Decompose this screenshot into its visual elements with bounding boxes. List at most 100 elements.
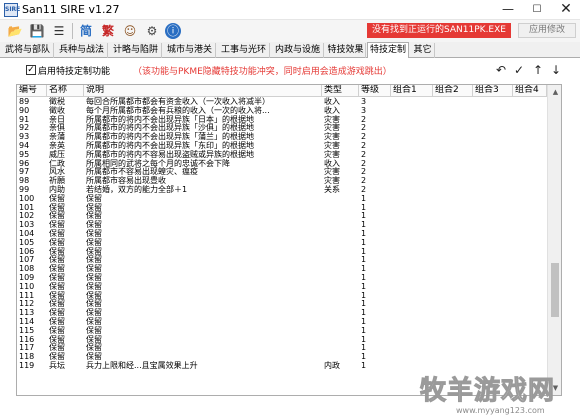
table-row[interactable]: 91 亲日 所属都市的将内不会出现异族「日本」的根据地 灾害 2 bbox=[17, 115, 547, 124]
table-cell: 亲蒲 bbox=[49, 132, 65, 142]
table-cell: 107 bbox=[19, 255, 35, 265]
col-header-combo1[interactable]: 组合1 bbox=[391, 85, 433, 97]
enable-checkbox[interactable]: ✓ bbox=[26, 65, 36, 75]
table-cell: 关系 bbox=[324, 185, 340, 194]
table-cell: 1 bbox=[361, 211, 367, 221]
table-row[interactable]: 116 保留 保留 1 bbox=[17, 335, 547, 344]
col-header-name[interactable]: 名称 bbox=[47, 85, 84, 97]
table-row[interactable]: 101 保留 保留 1 bbox=[17, 203, 547, 212]
table-row[interactable]: 92 亲俱 所属都市的将内不会出现异族「沙俱」的根据地 灾害 2 bbox=[17, 123, 547, 132]
table-row[interactable]: 108 保留 保留 1 bbox=[17, 264, 547, 273]
character-icon[interactable]: ☺ bbox=[121, 22, 139, 40]
close-button[interactable]: ✕ bbox=[551, 0, 580, 20]
table-cell: 1 bbox=[361, 255, 367, 265]
tab-works-aura[interactable]: 工事与光环 bbox=[218, 43, 270, 58]
table-cell: 保留 bbox=[86, 317, 102, 326]
table-row[interactable]: 95 威压 所属都市的将内不容易出现盗贼或异族的根据地 灾害 2 bbox=[17, 150, 547, 159]
col-header-type[interactable]: 类型 bbox=[322, 85, 359, 97]
skills-table[interactable]: 编号 名称 说明 类型 等级 组合1 组合2 组合3 组合4 89 徵税 每回合所属… bbox=[16, 84, 562, 396]
scroll-up-arrow[interactable]: ▲ bbox=[548, 85, 561, 99]
table-row[interactable]: 99 内助 若结婚，双方的能力全部＋1 关系 2 bbox=[17, 185, 547, 194]
table-row[interactable]: 105 保留 保留 1 bbox=[17, 238, 547, 247]
table-row[interactable]: 96 仁政 所属相同的武将之每个月的忠诚不会下降 收入 2 bbox=[17, 159, 547, 168]
table-row[interactable]: 98 祈願 所属都市容易出现豊收 灾害 2 bbox=[17, 176, 547, 185]
check-icon[interactable]: ✓ bbox=[512, 62, 526, 78]
tab-strategy-traps[interactable]: 计略与陷阱 bbox=[110, 43, 162, 58]
table-row[interactable]: 104 保留 保留 1 bbox=[17, 229, 547, 238]
table-row[interactable]: 118 保留 保留 1 bbox=[17, 352, 547, 361]
tab-other[interactable]: 其它 bbox=[411, 43, 435, 58]
undo-icon[interactable]: ↶ bbox=[494, 62, 508, 78]
table-row[interactable]: 110 保留 保留 1 bbox=[17, 282, 547, 291]
table-row[interactable]: 106 保留 保留 1 bbox=[17, 247, 547, 256]
tab-skill-custom[interactable]: 特技定制 bbox=[367, 42, 409, 59]
open-folder-icon[interactable]: 📂 bbox=[6, 22, 24, 40]
simplified-button[interactable]: 简 bbox=[77, 22, 95, 40]
table-row[interactable]: 103 保留 保留 1 bbox=[17, 220, 547, 229]
table-cell: 保留 bbox=[49, 334, 65, 344]
enable-label: 启用特技定制功能 bbox=[38, 67, 111, 77]
table-row[interactable]: 97 风水 所属都市不容易出现蝗灾、瘟疫 灾害 2 bbox=[17, 167, 547, 176]
col-header-id[interactable]: 编号 bbox=[17, 85, 47, 97]
save-icon[interactable]: 💾 bbox=[28, 22, 46, 40]
table-row[interactable]: 107 保留 保留 1 bbox=[17, 255, 547, 264]
table-row[interactable]: 89 徵税 每回合所属都市都会有资金收入（一次收入将减半） 收入 3 bbox=[17, 97, 547, 106]
table-row[interactable]: 115 保留 保留 1 bbox=[17, 326, 547, 335]
settings-icon[interactable]: ⚙ bbox=[143, 22, 161, 40]
table-row[interactable]: 112 保留 保留 1 bbox=[17, 299, 547, 308]
down-arrow-icon[interactable]: ↓ bbox=[549, 62, 563, 78]
table-row[interactable]: 102 保留 保留 1 bbox=[17, 211, 547, 220]
list-icon[interactable]: ☰ bbox=[50, 22, 68, 40]
conflict-warning: （该功能与PKME隐藏特技功能冲突，同时启用会造成游戏跳出） bbox=[133, 67, 392, 77]
watermark: 牧羊游戏网 www.myyang123.com bbox=[419, 370, 580, 420]
table-row[interactable]: 100 保留 保留 1 bbox=[17, 194, 547, 203]
tab-troops-tactics[interactable]: 兵种与战法 bbox=[56, 43, 108, 58]
tab-generals-units[interactable]: 武将与部队 bbox=[2, 43, 54, 58]
table-cell: 保留 bbox=[86, 202, 102, 212]
col-header-combo3[interactable]: 组合3 bbox=[473, 85, 513, 97]
table-row[interactable]: 113 保留 保留 1 bbox=[17, 308, 547, 317]
table-row[interactable]: 111 保留 保留 1 bbox=[17, 291, 547, 300]
table-row[interactable]: 109 保留 保留 1 bbox=[17, 273, 547, 282]
table-cell: 2 bbox=[361, 141, 367, 150]
table-row[interactable]: 93 亲蒲 所属都市的将内不会出现异族「蒲兰」的根据地 灾害 2 bbox=[17, 132, 547, 141]
table-row[interactable]: 94 亲英 所属都市的将内不会出现异族「东印」的根据地 灾害 2 bbox=[17, 141, 547, 150]
table-cell: 徵收 bbox=[49, 105, 65, 115]
tab-cities-ports[interactable]: 城市与港关 bbox=[164, 43, 216, 58]
tab-domestic-facilities[interactable]: 内政与设施 bbox=[272, 43, 324, 58]
table-cell: 保留 bbox=[86, 229, 102, 238]
table-row[interactable]: 119 兵坛 兵力上限和经...且宝属效果上升 内政 1 bbox=[17, 361, 547, 370]
maximize-button[interactable]: ☐ bbox=[522, 0, 552, 20]
table-cell: 保留 bbox=[86, 308, 102, 318]
table-cell: 103 bbox=[19, 220, 35, 230]
table-cell: 1 bbox=[361, 220, 367, 230]
table-cell: 1 bbox=[361, 273, 367, 282]
scroll-thumb[interactable] bbox=[551, 263, 559, 317]
apply-changes-button[interactable]: 应用修改 bbox=[518, 23, 576, 38]
table-cell: 灾害 bbox=[324, 114, 340, 124]
up-arrow-icon[interactable]: ↑ bbox=[531, 62, 545, 78]
table-cell bbox=[322, 194, 359, 203]
table-cell: 保留 bbox=[86, 343, 102, 353]
table-cell: 保留 bbox=[49, 237, 65, 247]
table-cell: 保留 bbox=[49, 246, 65, 256]
col-header-combo2[interactable]: 组合2 bbox=[433, 85, 473, 97]
col-header-combo4[interactable]: 组合4 bbox=[513, 85, 547, 97]
vertical-scrollbar[interactable]: ▲ ▼ bbox=[547, 85, 561, 395]
col-header-description[interactable]: 说明 bbox=[84, 85, 322, 97]
minimize-button[interactable]: — bbox=[493, 0, 523, 20]
table-row[interactable]: 114 保留 保留 1 bbox=[17, 317, 547, 326]
table-cell: 亲英 bbox=[49, 141, 65, 150]
table-cell: 119 bbox=[19, 361, 35, 370]
col-header-level[interactable]: 等级 bbox=[359, 85, 391, 97]
table-cell: 所属都市的将内不会出现异族「蒲兰」的根据地 bbox=[86, 132, 254, 142]
tab-skill-effects[interactable]: 特技效果 bbox=[326, 43, 366, 58]
table-row[interactable]: 117 保留 保留 1 bbox=[17, 343, 547, 352]
traditional-button[interactable]: 繁 bbox=[99, 22, 117, 40]
table-cell: 所属都市的将内不会出现异族「东印」的根据地 bbox=[86, 141, 254, 150]
info-icon[interactable]: ⓘ bbox=[165, 23, 181, 39]
table-row[interactable]: 90 徵收 每个月所属都市都会有兵粮的收入（一次的收入将... 收入 3 bbox=[17, 106, 547, 115]
table-cell: 113 bbox=[19, 308, 35, 318]
table-cell bbox=[322, 203, 359, 212]
table-cell bbox=[322, 335, 359, 344]
